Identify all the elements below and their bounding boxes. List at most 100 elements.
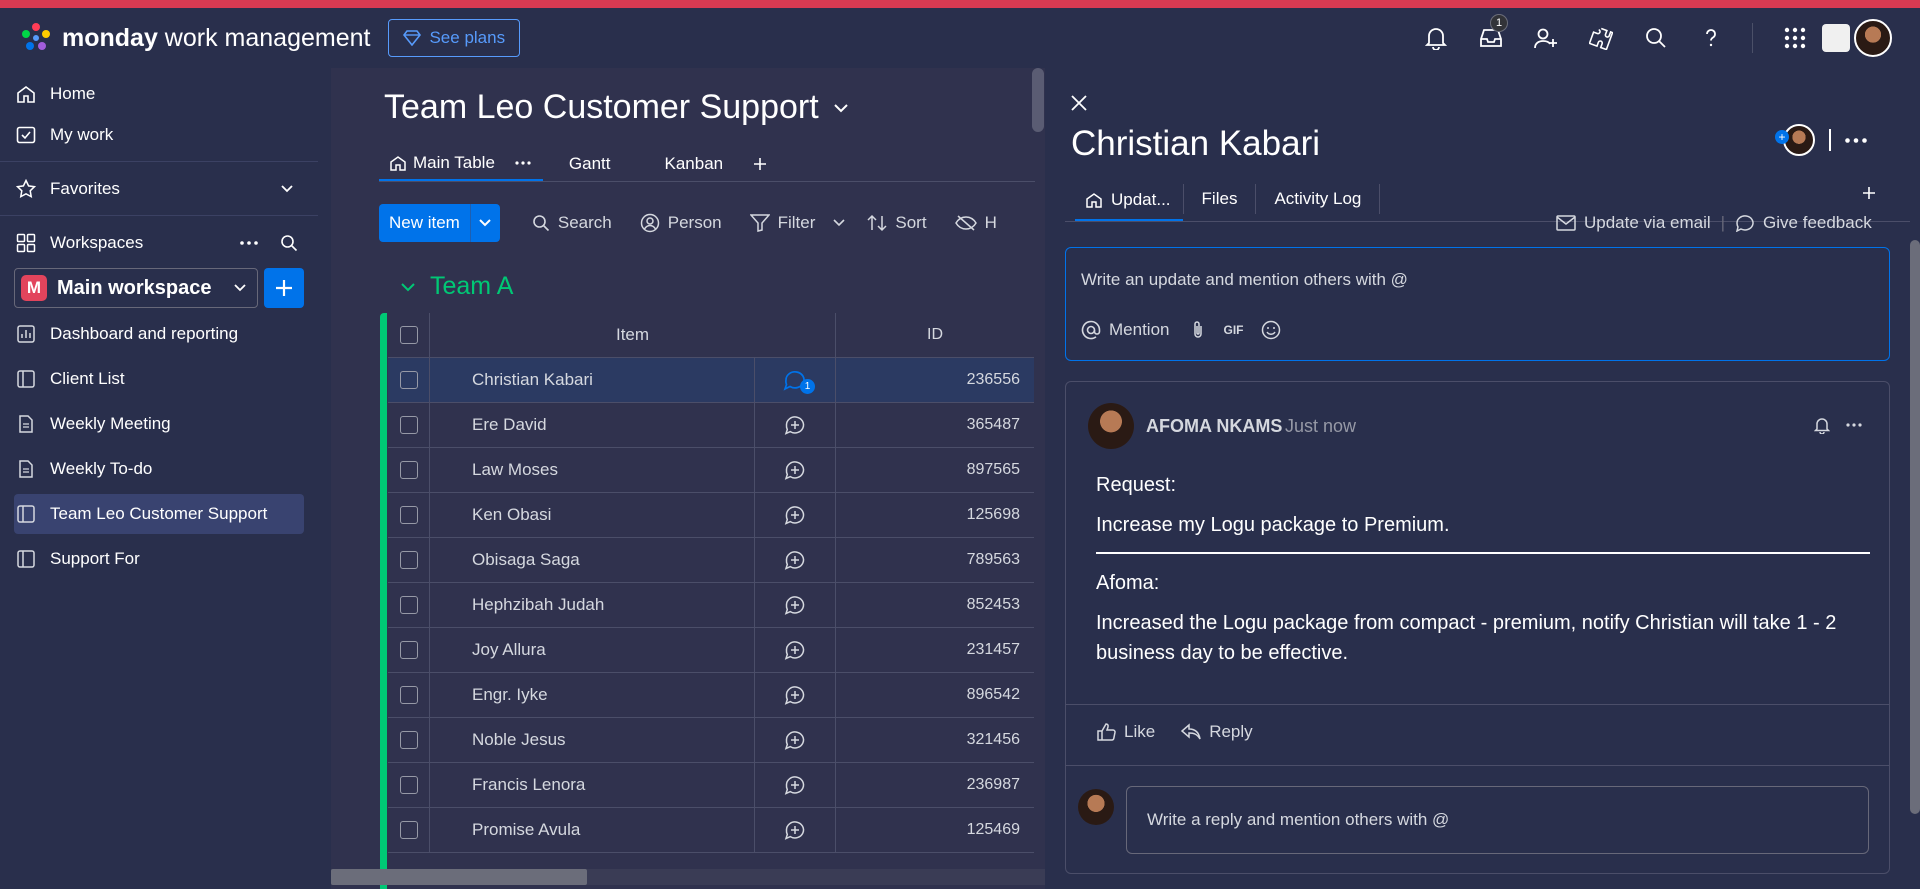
id-cell[interactable]: 125698 <box>836 493 1034 537</box>
row-checkbox[interactable] <box>399 371 418 389</box>
id-cell[interactable]: 896542 <box>836 673 1034 717</box>
board-title[interactable]: Team Leo Customer Support <box>384 88 849 127</box>
update-composer[interactable]: Write an update and mention others with … <box>1065 247 1890 361</box>
item-name-cell[interactable]: Obisaga Saga <box>430 538 755 582</box>
workspace-selector[interactable]: M Main workspace <box>14 268 258 308</box>
tab-files[interactable]: Files <box>1182 184 1257 214</box>
tab-gantt[interactable]: Gantt <box>569 146 611 182</box>
sidebar-item-home[interactable]: Home <box>14 74 304 114</box>
app-grid-icon[interactable] <box>1767 8 1822 68</box>
row-checkbox[interactable] <box>399 776 418 794</box>
add-view-button[interactable] <box>753 146 767 182</box>
sidebar-item-workspaces[interactable]: Workspaces <box>14 223 304 263</box>
paperclip-icon[interactable] <box>1191 320 1205 340</box>
reply-button[interactable]: Reply <box>1181 722 1253 742</box>
id-column-header[interactable]: ID <box>836 313 1034 357</box>
search-button[interactable]: Search <box>532 213 612 233</box>
gif-button[interactable]: GIF <box>1223 323 1243 337</box>
table-row[interactable]: Hephzibah Judah 852453 <box>388 583 1034 628</box>
updates-cell[interactable] <box>755 403 836 447</box>
more-options-icon[interactable] <box>515 160 531 165</box>
more-options-icon[interactable] <box>240 241 258 245</box>
invite-members-icon[interactable] <box>1518 8 1573 68</box>
updates-cell[interactable] <box>755 448 836 492</box>
hide-button[interactable]: H <box>954 213 997 233</box>
table-row[interactable]: Promise Avula 125469 <box>388 808 1034 853</box>
sidebar-item-my-work[interactable]: My work <box>14 115 304 155</box>
sidebar-board-item[interactable]: Dashboard and reporting <box>14 314 304 354</box>
table-row[interactable]: Francis Lenora 236987 <box>388 763 1034 808</box>
add-panel-tab-button[interactable] <box>1862 186 1876 200</box>
reply-input[interactable]: Write a reply and mention others with @ <box>1126 786 1869 854</box>
id-cell[interactable]: 789563 <box>836 538 1034 582</box>
tab-updates[interactable]: Updat... <box>1075 180 1183 222</box>
chevron-down-icon[interactable] <box>400 282 416 292</box>
updates-cell[interactable] <box>755 583 836 627</box>
mention-button[interactable]: Mention <box>1081 320 1169 340</box>
table-row[interactable]: Christian Kabari 1 236556 <box>388 358 1034 403</box>
row-checkbox[interactable] <box>399 686 418 704</box>
update-via-email-link[interactable]: Update via email <box>1556 213 1711 233</box>
item-name-cell[interactable]: Law Moses <box>430 448 755 492</box>
item-name-cell[interactable]: Christian Kabari <box>430 358 755 402</box>
item-name-cell[interactable]: Francis Lenora <box>430 763 755 807</box>
like-button[interactable]: Like <box>1096 722 1155 742</box>
table-row[interactable]: Joy Allura 231457 <box>388 628 1034 673</box>
chevron-down-icon[interactable] <box>833 219 845 227</box>
item-name-cell[interactable]: Engr. Iyke <box>430 673 755 717</box>
tab-activity-log[interactable]: Activity Log <box>1256 184 1381 214</box>
add-workspace-item-button[interactable] <box>264 268 304 308</box>
update-input-placeholder[interactable]: Write an update and mention others with … <box>1081 270 1408 290</box>
sidebar-board-item[interactable]: Client List <box>14 359 304 399</box>
item-name-cell[interactable]: Promise Avula <box>430 808 755 852</box>
item-name-cell[interactable]: Ere David <box>430 403 755 447</box>
search-icon[interactable] <box>1628 8 1683 68</box>
row-checkbox[interactable] <box>399 731 418 749</box>
table-row[interactable]: Law Moses 897565 <box>388 448 1034 493</box>
search-icon[interactable] <box>280 234 298 252</box>
updates-cell[interactable]: 1 <box>755 358 836 402</box>
emoji-icon[interactable] <box>1261 320 1281 340</box>
apps-puzzle-icon[interactable] <box>1573 8 1628 68</box>
row-checkbox[interactable] <box>399 416 418 434</box>
table-row[interactable]: Ken Obasi 125698 <box>388 493 1034 538</box>
sidebar-board-item[interactable]: Weekly Meeting <box>14 404 304 444</box>
filter-button[interactable]: Filter <box>749 213 846 233</box>
sidebar-board-item[interactable]: Support For <box>14 539 304 579</box>
give-feedback-link[interactable]: Give feedback <box>1735 213 1872 233</box>
updates-cell[interactable] <box>755 718 836 762</box>
updates-cell[interactable] <box>755 628 836 672</box>
horizontal-scrollbar-thumb[interactable] <box>331 869 587 885</box>
row-checkbox[interactable] <box>399 551 418 569</box>
item-name-cell[interactable]: Hephzibah Judah <box>430 583 755 627</box>
close-panel-button[interactable] <box>1070 94 1088 112</box>
new-item-button[interactable]: New item <box>379 204 470 242</box>
row-checkbox[interactable] <box>399 641 418 659</box>
row-checkbox[interactable] <box>399 461 418 479</box>
group-title[interactable]: Team A <box>400 272 513 301</box>
row-checkbox[interactable] <box>399 821 418 839</box>
updates-cell[interactable] <box>755 493 836 537</box>
id-cell[interactable]: 236556 <box>836 358 1034 402</box>
table-row[interactable]: Obisaga Saga 789563 <box>388 538 1034 583</box>
id-cell[interactable]: 236987 <box>836 763 1034 807</box>
tab-kanban[interactable]: Kanban <box>665 146 724 182</box>
user-avatar[interactable] <box>1854 19 1892 57</box>
notifications-bell-icon[interactable] <box>1408 8 1463 68</box>
more-options-icon[interactable] <box>1845 137 1867 143</box>
id-cell[interactable]: 365487 <box>836 403 1034 447</box>
bell-icon[interactable] <box>1814 416 1830 434</box>
item-name-cell[interactable]: Noble Jesus <box>430 718 755 762</box>
id-cell[interactable]: 321456 <box>836 718 1034 762</box>
item-name-cell[interactable]: Ken Obasi <box>430 493 755 537</box>
sidebar-board-item[interactable]: Weekly To-do <box>14 449 304 489</box>
updates-cell[interactable] <box>755 808 836 852</box>
board-scrollbar[interactable] <box>1032 68 1044 132</box>
post-author[interactable]: AFOMA NKAMS <box>1146 416 1282 437</box>
see-plans-button[interactable]: See plans <box>388 19 521 57</box>
panel-title[interactable]: Christian Kabari <box>1071 124 1320 164</box>
table-row[interactable]: Ere David 365487 <box>388 403 1034 448</box>
sidebar-item-favorites[interactable]: Favorites <box>14 169 304 209</box>
row-checkbox[interactable] <box>399 506 418 524</box>
select-all-checkbox[interactable] <box>399 326 418 344</box>
